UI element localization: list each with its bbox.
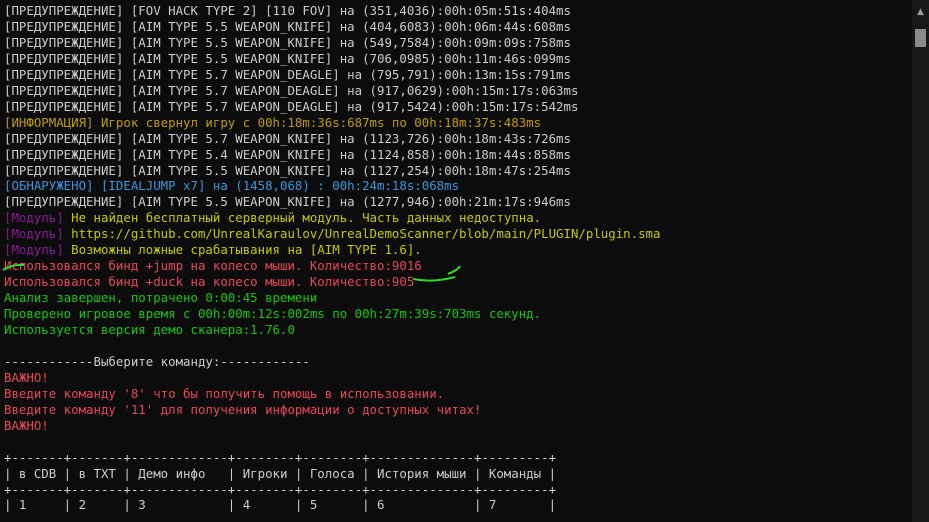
console-line-text: [ПРЕДУПРЕЖДЕНИЕ] [AIM TYPE 5.7 WEAPON_DE… [4,66,571,82]
console-line-text: [ИНФОРМАЦИЯ] Игрок свернул игру с 00h:18… [4,114,542,130]
console-line-text: ВАЖНО! [4,369,49,385]
console-line: [ПРЕДУПРЕЖДЕНИЕ] [AIM TYPE 5.5 WEAPON_KN… [4,194,571,210]
console-line: [ПРЕДУПРЕЖДЕНИЕ] [AIM TYPE 5.7 WEAPON_DE… [4,83,578,99]
console-line-text: Использовался бинд +duck на колесо мыши.… [4,274,415,290]
console-line-text: [ПРЕДУПРЕЖДЕНИЕ] [AIM TYPE 5.7 WEAPON_DE… [4,98,579,114]
console-line-text: | в CDB | в TXT | Демо инфо | Игроки | Г… [4,465,557,481]
console-line: [ПРЕДУПРЕЖДЕНИЕ] [FOV HACK TYPE 2] [110 … [4,3,571,19]
module-prefix: [Модуль] [4,242,64,258]
console-line-text: Анализ завершен, потрачено 0:00:45 време… [4,290,318,306]
console-line-text: [ОБНАРУЖЕНО] [IDEALJUMP x7] на (1458,068… [4,178,460,194]
console-line: [Модуль] https://github.com/UnrealKaraul… [4,226,660,242]
console-line: [ПРЕДУПРЕЖДЕНИЕ] [AIM TYPE 5.5 WEAPON_KN… [4,35,571,51]
console-line: [ПРЕДУПРЕЖДЕНИЕ] [AIM TYPE 5.7 WEAPON_DE… [4,99,578,115]
console-line-text: | 1 | 2 | 3 | 4 | 5 | 6 | 7 | [4,497,557,513]
console-line: [ПРЕДУПРЕЖДЕНИЕ] [AIM TYPE 5.7 WEAPON_KN… [4,131,571,147]
console-line: [ПРЕДУПРЕЖДЕНИЕ] [AIM TYPE 5.5 WEAPON_KN… [4,51,571,67]
module-prefix: [Модуль] [4,226,64,242]
console-line: [ПРЕДУПРЕЖДЕНИЕ] [AIM TYPE 5.4 WEAPON_KN… [4,147,571,163]
console-line: [Модуль] Возможны ложные срабатывания на… [4,242,422,258]
console-line: | в CDB | в TXT | Демо инфо | Игроки | Г… [4,466,556,482]
console-line-text: [ПРЕДУПРЕЖДЕНИЕ] [FOV HACK TYPE 2] [110 … [4,3,571,18]
console-line-text: [ПРЕДУПРЕЖДЕНИЕ] [AIM TYPE 5.7 WEAPON_DE… [4,82,579,98]
console-line: ВАЖНО! [4,418,49,434]
console-line: [ПРЕДУПРЕЖДЕНИЕ] [AIM TYPE 5.5 WEAPON_KN… [4,163,571,179]
vertical-scrollbar[interactable]: ▲ [912,0,929,522]
console-line: +-------+-------+-------------+--------+… [4,482,556,498]
console-line-text: +-------+-------+-------------+--------+… [4,449,557,465]
console-line-text: https://github.com/UnrealKaraulov/Unreal… [63,226,661,242]
console-line: Использовался бинд +duck на колесо мыши.… [4,274,414,290]
console-line-text: [ПРЕДУПРЕЖДЕНИЕ] [AIM TYPE 5.5 WEAPON_KN… [4,162,571,178]
console-line-text: [ПРЕДУПРЕЖДЕНИЕ] [AIM TYPE 5.4 WEAPON_KN… [4,146,571,162]
console-line-text: Используется версия демо сканера:1.76.0 [4,322,295,337]
console-line-text: [ПРЕДУПРЕЖДЕНИЕ] [AIM TYPE 5.5 WEAPON_KN… [4,18,571,34]
console-line: ВАЖНО! [4,370,49,386]
console-line-text: [ПРЕДУПРЕЖДЕНИЕ] [AIM TYPE 5.5 WEAPON_KN… [4,50,571,66]
console-line-text: ------------Выберите команду:-----------… [4,353,310,369]
console-line-text: Использовался бинд +jump на колесо мыши.… [4,258,422,274]
console-line-text: Введите команду '8' что бы получить помо… [4,385,445,401]
console-line-text: +-------+-------+-------------+--------+… [4,481,557,497]
console-line-text: Возможны ложные срабатывания на [AIM TYP… [63,242,422,258]
scroll-up-arrow-icon[interactable]: ▲ [912,4,929,20]
console-line-text: Введите команду '11' для получения инфор… [4,401,482,417]
console-line: [Модуль] Не найден бесплатный серверный … [4,210,541,226]
console-line-text: [ПРЕДУПРЕЖДЕНИЕ] [AIM TYPE 5.5 WEAPON_KN… [4,34,571,50]
console-line: Введите команду '11' для получения инфор… [4,402,481,418]
console-line-text: Не найден бесплатный серверный модуль. Ч… [63,210,542,226]
console-line-text: [ПРЕДУПРЕЖДЕНИЕ] [AIM TYPE 5.7 WEAPON_KN… [4,130,571,146]
scroll-thumb[interactable] [915,29,926,47]
console-line: | 1 | 2 | 3 | 4 | 5 | 6 | 7 | [4,497,556,513]
console-line: Проверено игровое время с 00h:00m:12s:00… [4,306,541,322]
console-line-text: Проверено игровое время с 00h:00m:12s:00… [4,306,542,322]
console-line: Использовался бинд +jump на колесо мыши.… [4,258,422,274]
console-line: [ПРЕДУПРЕЖДЕНИЕ] [AIM TYPE 5.5 WEAPON_KN… [4,19,571,35]
console-line: ------------Выберите команду:-----------… [4,354,310,370]
console-line: Введите команду '8' что бы получить помо… [4,386,444,402]
console-line: Используется версия демо сканера:1.76.0 [4,322,295,338]
console-line-text: [ПРЕДУПРЕЖДЕНИЕ] [AIM TYPE 5.5 WEAPON_KN… [4,194,571,210]
console-line: Анализ завершен, потрачено 0:00:45 време… [4,290,317,306]
module-prefix: [Модуль] [4,210,64,226]
console-output: [ПРЕДУПРЕЖДЕНИЕ] [FOV HACK TYPE 2] [110 … [0,0,912,522]
console-line-text: ВАЖНО! [4,417,49,433]
console-line: [ПРЕДУПРЕЖДЕНИЕ] [AIM TYPE 5.7 WEAPON_DE… [4,67,571,83]
console-line: +-------+-------+-------------+--------+… [4,450,556,466]
console-line: [ИНФОРМАЦИЯ] Игрок свернул игру с 00h:18… [4,115,541,131]
console-line: [ОБНАРУЖЕНО] [IDEALJUMP x7] на (1458,068… [4,178,459,194]
